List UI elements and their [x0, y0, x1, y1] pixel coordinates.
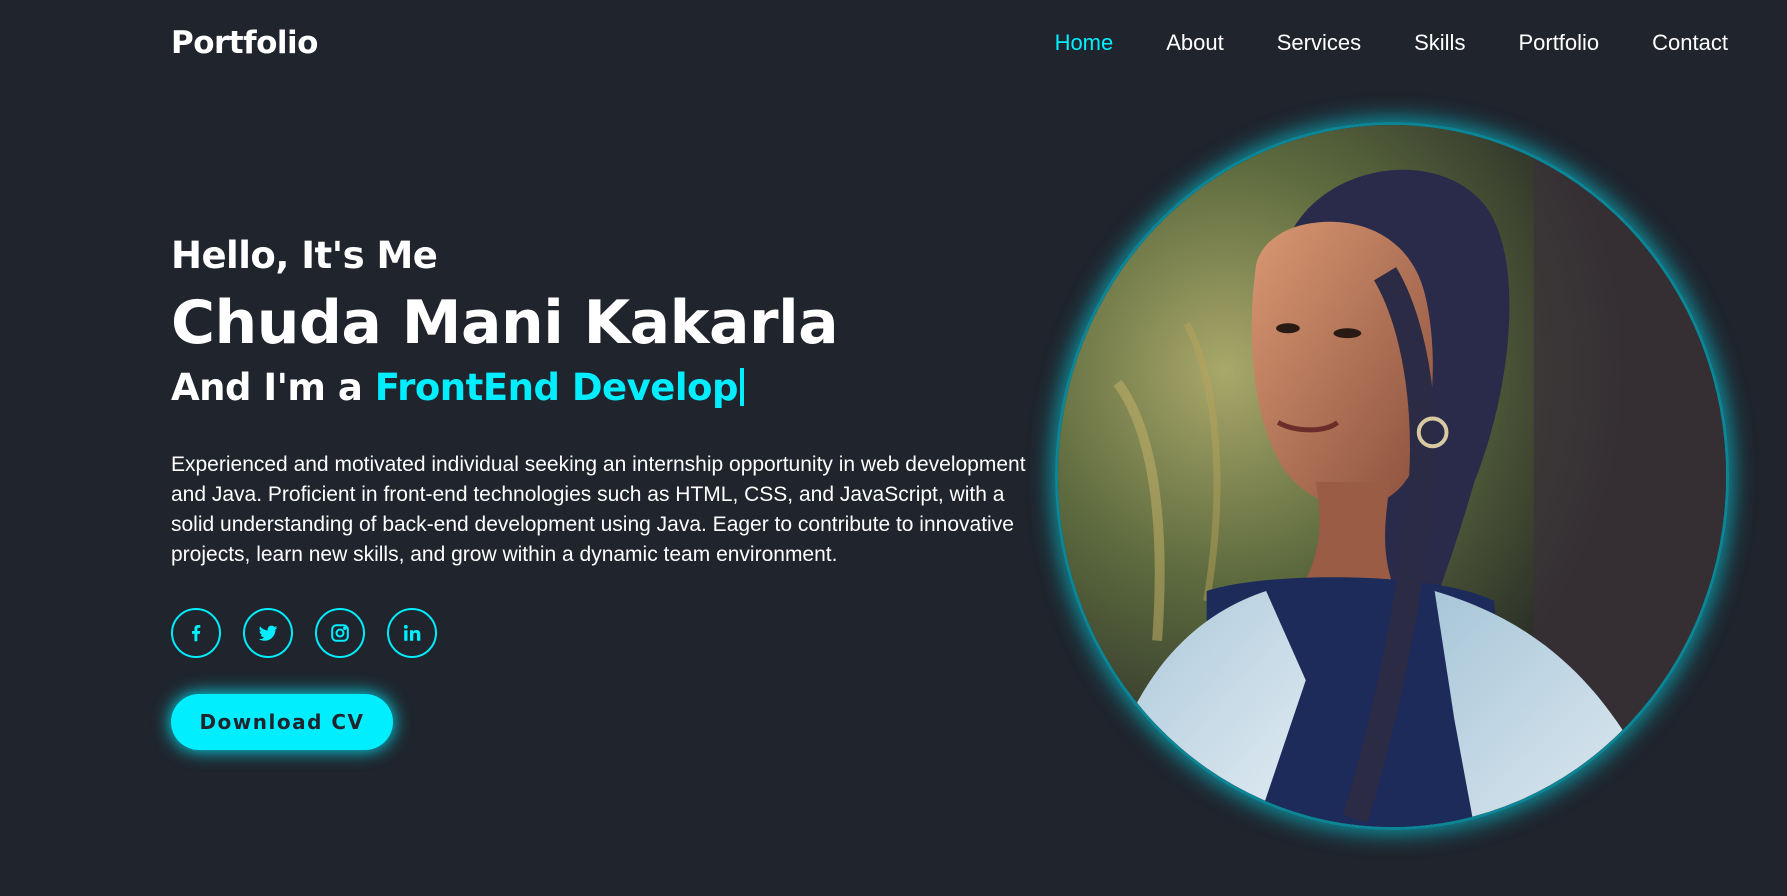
nav-about[interactable]: About	[1166, 30, 1224, 56]
facebook-icon[interactable]	[171, 608, 221, 658]
hero-section: Hello, It's Me Chuda Mani Kakarla And I'…	[171, 232, 1041, 750]
nav-portfolio[interactable]: Portfolio	[1518, 30, 1599, 56]
portfolio-page: Portfolio Home About Services Skills Por…	[0, 0, 1787, 896]
greeting: Hello, It's Me	[171, 234, 438, 277]
nav-skills[interactable]: Skills	[1414, 30, 1465, 56]
role-prefix: And I'm a	[171, 366, 375, 409]
linkedin-icon[interactable]	[387, 608, 437, 658]
logo[interactable]: Portfolio	[171, 25, 318, 61]
person-name: Chuda Mani Kakarla	[171, 288, 839, 358]
twitter-icon[interactable]	[243, 608, 293, 658]
instagram-icon[interactable]	[315, 608, 365, 658]
nav-contact[interactable]: Contact	[1652, 30, 1728, 56]
typed-role: FrontEnd Develop	[374, 366, 739, 409]
typing-cursor	[739, 368, 744, 406]
profile-photo-illustration	[1058, 125, 1726, 827]
download-cv-button[interactable]: Download CV	[171, 694, 393, 750]
main-nav: Home About Services Skills Portfolio Con…	[1002, 30, 1728, 56]
profile-photo	[1055, 122, 1729, 830]
role-line: And I'm a FrontEnd Develop	[171, 362, 1041, 414]
nav-services[interactable]: Services	[1277, 30, 1361, 56]
nav-home[interactable]: Home	[1055, 30, 1114, 56]
social-links	[171, 608, 1041, 658]
bio-paragraph: Experienced and motivated individual see…	[171, 453, 1026, 566]
site-header: Portfolio Home About Services Skills Por…	[0, 0, 1787, 92]
